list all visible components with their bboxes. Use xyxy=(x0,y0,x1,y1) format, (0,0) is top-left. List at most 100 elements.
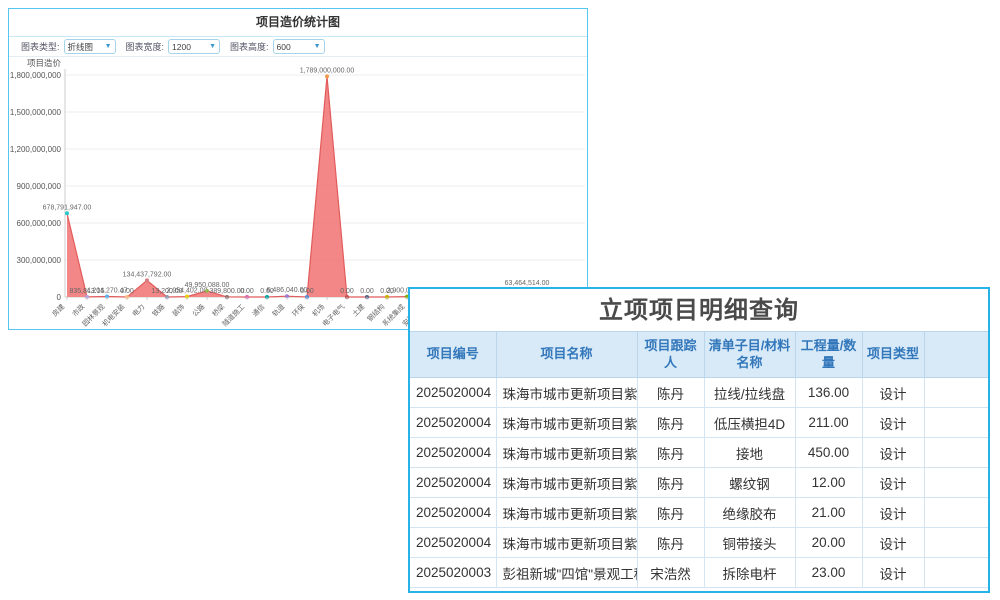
table-row: 2025020004珠海市城市更新项目紫桐陈丹接地450.00设计 xyxy=(410,438,988,468)
chart-type-group: 图表类型: 折线图 ▼ xyxy=(21,39,116,54)
quantity-cell: 450.00 xyxy=(795,438,862,468)
svg-text:0.00: 0.00 xyxy=(240,288,254,295)
svg-text:装饰: 装饰 xyxy=(170,302,186,318)
column-header: 项目类型 xyxy=(862,332,924,378)
material-cell: 拆除电杆 xyxy=(704,558,795,588)
tracker-cell: 陈丹 xyxy=(637,528,704,558)
tracker-cell: 陈丹 xyxy=(637,408,704,438)
query-window-title: 立项项目明细查询 xyxy=(410,289,988,331)
chart-height-group: 图表高度: 600 ▼ xyxy=(230,39,325,54)
row-spacer xyxy=(924,498,988,528)
table-row: 2025020004珠海市城市更新项目紫桐陈丹拉线/拉线盘136.00设计 xyxy=(410,378,988,408)
type-cell: 设计 xyxy=(862,528,924,558)
chart-width-value: 1200 xyxy=(172,42,191,52)
svg-text:机场: 机场 xyxy=(310,302,326,318)
type-cell: 设计 xyxy=(862,468,924,498)
chart-type-select[interactable]: 折线图 ▼ xyxy=(64,39,116,54)
svg-text:0.00: 0.00 xyxy=(300,288,314,295)
svg-text:桥梁: 桥梁 xyxy=(210,302,226,318)
svg-text:0.00: 0.00 xyxy=(360,288,374,295)
tracker-cell: 陈丹 xyxy=(637,438,704,468)
project-number-link[interactable]: 2025020004 xyxy=(410,498,496,528)
material-cell: 铜带接头 xyxy=(704,528,795,558)
svg-text:1,200,000,000: 1,200,000,000 xyxy=(10,145,62,154)
project-number-link[interactable]: 2025020004 xyxy=(410,378,496,408)
chevron-down-icon: ▼ xyxy=(209,43,216,50)
project-name-link[interactable]: 珠海市城市更新项目紫桐 xyxy=(496,408,637,438)
chevron-down-icon: ▼ xyxy=(314,43,321,50)
project-name-link[interactable]: 珠海市城市更新项目紫桐 xyxy=(496,438,637,468)
chart-window: 项目造价统计图 图表类型: 折线图 ▼ 图表宽度: 1200 ▼ 图表高度: 6… xyxy=(8,8,588,330)
svg-text:0.00: 0.00 xyxy=(340,288,354,295)
project-name-link[interactable]: 珠海市城市更新项目紫桐 xyxy=(496,468,637,498)
svg-text:电子电气: 电子电气 xyxy=(320,302,346,328)
chart-height-label: 图表高度: xyxy=(230,40,269,53)
material-cell: 绝缘胶布 xyxy=(704,498,795,528)
svg-text:隧道施工: 隧道施工 xyxy=(220,302,246,328)
quantity-cell: 12.00 xyxy=(795,468,862,498)
row-spacer xyxy=(924,378,988,408)
header-spacer xyxy=(924,332,988,378)
project-number-link[interactable]: 2025020004 xyxy=(410,408,496,438)
svg-text:房建: 房建 xyxy=(50,302,66,318)
row-spacer xyxy=(924,408,988,438)
quantity-cell: 23.00 xyxy=(795,558,862,588)
project-number-link[interactable]: 2025020004 xyxy=(410,438,496,468)
type-cell: 设计 xyxy=(862,558,924,588)
chart-width-label: 图表宽度: xyxy=(126,40,165,53)
svg-text:1,789,000,000.00: 1,789,000,000.00 xyxy=(300,67,355,74)
row-spacer xyxy=(924,558,988,588)
row-spacer xyxy=(924,528,988,558)
svg-text:678,791,947.00: 678,791,947.00 xyxy=(43,204,92,211)
svg-text:钢结构: 钢结构 xyxy=(365,302,386,323)
chart-window-title: 项目造价统计图 xyxy=(9,9,587,37)
project-name-link[interactable]: 珠海市城市更新项目紫桐 xyxy=(496,528,637,558)
svg-text:通信: 通信 xyxy=(250,302,266,318)
detail-query-window: 立项项目明细查询 项目编号项目名称项目跟踪人清单子目/材料名称工程量/数量项目类… xyxy=(408,287,990,593)
svg-text:项目造价: 项目造价 xyxy=(27,58,62,68)
column-header: 工程量/数量 xyxy=(795,332,862,378)
quantity-cell: 136.00 xyxy=(795,378,862,408)
svg-text:1,800,000,000: 1,800,000,000 xyxy=(10,71,62,80)
svg-text:600,000,000: 600,000,000 xyxy=(17,219,62,228)
chart-width-select[interactable]: 1200 ▼ xyxy=(168,39,220,54)
quantity-cell: 211.00 xyxy=(795,408,862,438)
project-name-link[interactable]: 珠海市城市更新项目紫桐 xyxy=(496,498,637,528)
table-row: 2025020004珠海市城市更新项目紫桐陈丹螺纹钢12.00设计 xyxy=(410,468,988,498)
chart-controls: 图表类型: 折线图 ▼ 图表宽度: 1200 ▼ 图表高度: 600 ▼ xyxy=(9,37,587,57)
project-number-link[interactable]: 2025020004 xyxy=(410,528,496,558)
chart-height-value: 600 xyxy=(277,42,291,52)
material-cell: 低压横担4D xyxy=(704,408,795,438)
svg-text:134,437,792.00: 134,437,792.00 xyxy=(123,271,172,278)
type-cell: 设计 xyxy=(862,498,924,528)
material-cell: 螺纹钢 xyxy=(704,468,795,498)
tracker-cell: 陈丹 xyxy=(637,498,704,528)
project-detail-table: 项目编号项目名称项目跟踪人清单子目/材料名称工程量/数量项目类型20250200… xyxy=(410,331,988,588)
row-spacer xyxy=(924,438,988,468)
chart-type-value: 折线图 xyxy=(68,41,94,53)
svg-text:公路: 公路 xyxy=(190,302,206,318)
project-number-link[interactable]: 2025020004 xyxy=(410,468,496,498)
type-cell: 设计 xyxy=(862,408,924,438)
svg-text:机电安装: 机电安装 xyxy=(100,302,126,328)
tracker-cell: 宋浩然 xyxy=(637,558,704,588)
quantity-cell: 20.00 xyxy=(795,528,862,558)
project-name-link[interactable]: 彭祖新城"四馆"景观工程 xyxy=(496,558,637,588)
chart-height-select[interactable]: 600 ▼ xyxy=(273,39,325,54)
quantity-cell: 21.00 xyxy=(795,498,862,528)
project-number-link[interactable]: 2025020003 xyxy=(410,558,496,588)
svg-text:0.00: 0.00 xyxy=(120,288,134,295)
svg-text:轨道: 轨道 xyxy=(270,302,286,318)
tracker-cell: 陈丹 xyxy=(637,378,704,408)
project-name-link[interactable]: 珠海市城市更新项目紫桐 xyxy=(496,378,637,408)
table-row: 2025020003彭祖新城"四馆"景观工程宋浩然拆除电杆23.00设计 xyxy=(410,558,988,588)
column-header: 项目跟踪人 xyxy=(637,332,704,378)
table-row: 2025020004珠海市城市更新项目紫桐陈丹绝缘胶布21.00设计 xyxy=(410,498,988,528)
svg-text:市政: 市政 xyxy=(70,302,86,318)
svg-text:1,500,000,000: 1,500,000,000 xyxy=(10,108,62,117)
chart-type-label: 图表类型: xyxy=(21,40,60,53)
svg-text:电力: 电力 xyxy=(130,302,146,318)
material-cell: 接地 xyxy=(704,438,795,468)
material-cell: 拉线/拉线盘 xyxy=(704,378,795,408)
column-header: 项目名称 xyxy=(496,332,637,378)
